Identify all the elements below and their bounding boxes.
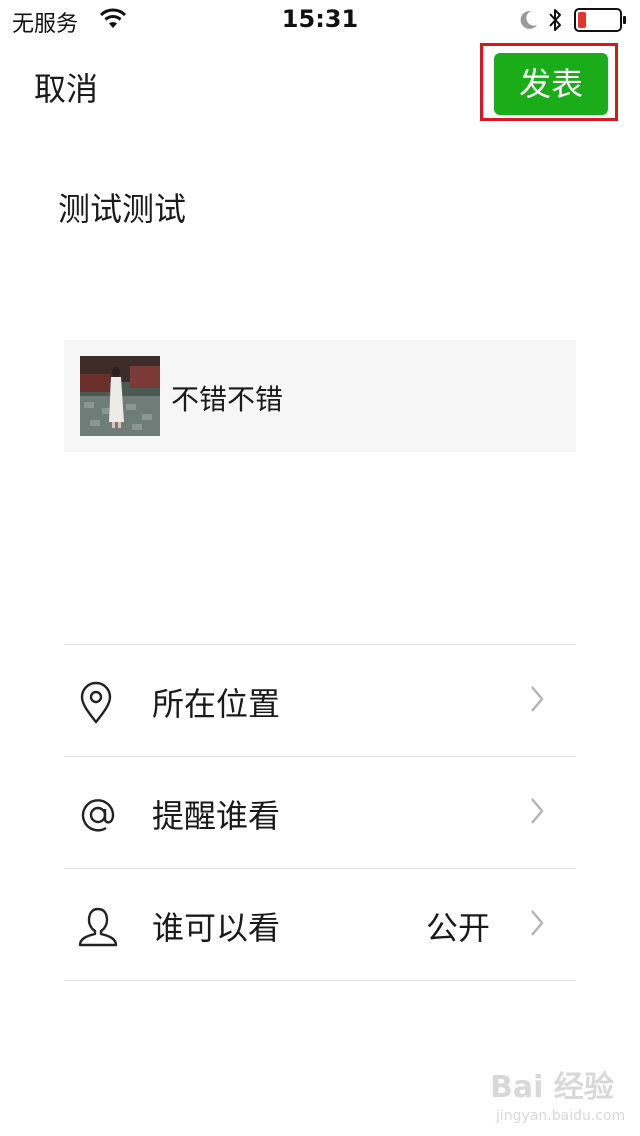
watermark-sub: jingyan.baidu.com [496, 1108, 626, 1124]
publish-button[interactable]: 发表 [494, 53, 608, 115]
person-icon [76, 905, 118, 947]
options-list: 所在位置 提醒谁看 谁可以看 公开 [64, 644, 576, 981]
chevron-right-icon [530, 685, 544, 717]
cancel-button[interactable]: 取消 [34, 64, 98, 110]
moon-icon [519, 9, 539, 35]
status-bar: 无服务 15:31 [0, 0, 640, 40]
option-location-label: 所在位置 [152, 685, 281, 723]
chevron-right-icon [530, 909, 544, 941]
watermark-main: Bai 经验 [490, 1070, 614, 1105]
bluetooth-icon [547, 7, 563, 37]
link-thumbnail [80, 356, 160, 436]
option-visibility[interactable]: 谁可以看 公开 [64, 869, 576, 981]
option-visibility-label: 谁可以看 [152, 909, 281, 947]
chevron-right-icon [530, 797, 544, 829]
location-pin-icon [76, 681, 116, 724]
option-location[interactable]: 所在位置 [64, 645, 576, 757]
battery-icon [574, 8, 628, 36]
link-title: 不错不错 [171, 383, 284, 416]
watermark: Bai 经验 jingyan.baidu.com [490, 1062, 630, 1132]
link-card[interactable]: 不错不错 [64, 340, 576, 452]
post-text-input[interactable]: 测试测试 [58, 184, 186, 230]
option-remind-label: 提醒谁看 [152, 797, 281, 835]
at-sign-icon [76, 793, 116, 833]
option-remind[interactable]: 提醒谁看 [64, 757, 576, 869]
status-time: 15:31 [281, 5, 359, 33]
option-visibility-value: 公开 [425, 909, 490, 947]
